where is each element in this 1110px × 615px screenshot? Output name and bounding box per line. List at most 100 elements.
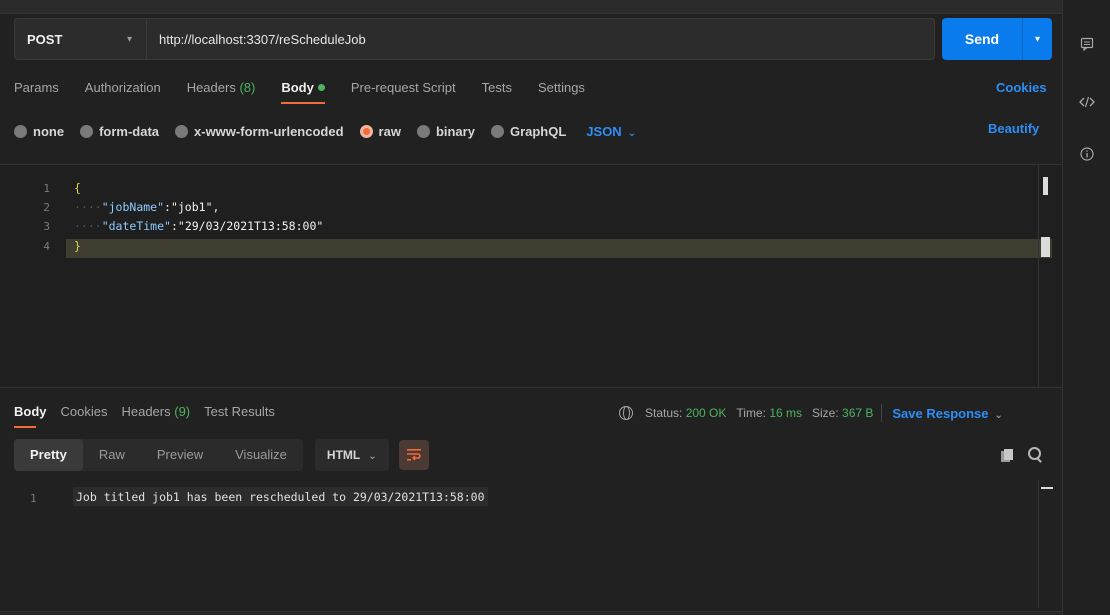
tab-test-results[interactable]: Test Results <box>204 404 275 428</box>
headers-count: (9) <box>174 404 191 419</box>
json-key: "jobName" <box>101 200 165 214</box>
raw-format-label: JSON <box>586 123 622 139</box>
view-preview[interactable]: Preview <box>141 439 219 471</box>
status-label: Status: <box>645 406 683 420</box>
tab-label: Headers <box>186 80 236 95</box>
status-value[interactable]: 200 OK <box>686 406 727 420</box>
method-label: POST <box>27 31 63 47</box>
radio-label: form-data <box>99 123 160 139</box>
radio-circle <box>175 124 189 138</box>
tab-label: Body <box>281 80 314 95</box>
save-response-button[interactable]: Save Response ⌄ <box>892 406 1003 421</box>
cookies-link[interactable]: Cookies <box>996 80 1047 95</box>
body-editor[interactable]: 1 2 3 4 { ····"jobName":"job1", ····"dat… <box>0 164 1062 387</box>
code-line: ····"dateTime":"29/03/2021T13:58:00" <box>74 219 324 233</box>
headers-count: (8) <box>239 80 256 95</box>
tab-label: Cookies <box>60 404 108 419</box>
tab-label: Tests <box>481 80 512 95</box>
send-button[interactable]: Send ▾ <box>942 18 1052 60</box>
wrap-lines-button[interactable] <box>398 440 429 470</box>
view-pretty[interactable]: Pretty <box>14 439 83 471</box>
response-tabs: Body Cookies Headers (9) Test Results <box>14 404 289 428</box>
right-sidebar <box>1062 0 1110 615</box>
radio-label: raw <box>378 123 401 139</box>
tab-headers[interactable]: Headers (8) <box>187 80 256 104</box>
chevron-down-icon: ⌄ <box>627 127 637 139</box>
line-number: 3 <box>43 220 50 233</box>
url-bar: POST ▾ http://localhost:3307/reScheduleJ… <box>14 18 935 60</box>
scrollbar-thumb[interactable] <box>1043 177 1048 195</box>
open-brace: { <box>74 181 81 195</box>
close-brace: } <box>74 239 81 253</box>
divider <box>881 404 883 422</box>
chevron-down-icon: ▾ <box>126 33 132 45</box>
tab-label: Settings <box>537 80 585 95</box>
response-body[interactable]: 1 Job titled job1 has been rescheduled t… <box>0 480 1062 611</box>
editor-gutter: 1 2 3 4 <box>0 165 66 386</box>
tab-body[interactable]: Body <box>281 80 325 104</box>
tab-params[interactable]: Params <box>14 80 59 104</box>
chevron-down-icon: ⌄ <box>368 451 377 462</box>
search-icon[interactable] <box>1028 447 1042 463</box>
json-value: "29/03/2021T13:58:00" <box>177 219 324 233</box>
tab-label: Test Results <box>204 404 275 419</box>
method-select[interactable]: POST ▾ <box>15 19 147 59</box>
indent-dots: ···· <box>74 200 102 214</box>
code-line: } <box>74 239 81 253</box>
view-mode-selector: Pretty Raw Preview Visualize <box>14 439 303 471</box>
radio-binary[interactable]: binary <box>416 124 475 139</box>
editor-scrollbar[interactable] <box>1038 165 1052 387</box>
radio-raw[interactable]: raw <box>359 123 401 139</box>
tab-tests[interactable]: Tests <box>482 80 512 104</box>
tab-response-headers[interactable]: Headers (9) <box>121 404 190 428</box>
tab-response-cookies[interactable]: Cookies <box>61 404 108 428</box>
tab-response-body[interactable]: Body <box>14 404 47 428</box>
raw-format-select[interactable]: JSON ⌄ <box>586 124 636 139</box>
globe-icon[interactable] <box>619 406 633 420</box>
divider <box>0 387 1062 388</box>
line-number: 4 <box>43 240 50 253</box>
chevron-down-icon: ▾ <box>1034 33 1041 45</box>
code-line: ····"jobName":"job1", <box>74 200 220 214</box>
code-icon[interactable] <box>1078 94 1096 112</box>
radio-graphql[interactable]: GraphQL <box>490 124 566 139</box>
view-raw[interactable]: Raw <box>83 439 141 471</box>
cursor-marker <box>1041 237 1050 257</box>
size-value[interactable]: 367 B <box>842 406 873 420</box>
tab-settings[interactable]: Settings <box>538 80 585 104</box>
line-number: 1 <box>43 182 50 195</box>
copy-icon[interactable] <box>1001 449 1014 462</box>
radio-circle <box>416 124 430 138</box>
view-visualize[interactable]: Visualize <box>219 439 303 471</box>
code-line: { <box>74 181 81 195</box>
radio-label: none <box>33 123 65 139</box>
radio-form-data[interactable]: form-data <box>80 124 159 139</box>
tab-pre-request-script[interactable]: Pre-request Script <box>351 80 456 104</box>
radio-circle-selected <box>359 124 373 138</box>
info-icon[interactable] <box>1078 147 1096 165</box>
radio-circle <box>80 124 94 138</box>
comment-icon[interactable] <box>1078 37 1096 55</box>
beautify-button[interactable]: Beautify <box>988 121 1039 136</box>
response-format-select[interactable]: HTML ⌄ <box>314 439 389 471</box>
response-scrollbar[interactable] <box>1038 480 1053 608</box>
request-tabs: Params Authorization Headers (8) Body Pr… <box>14 80 611 104</box>
line-number: 2 <box>43 201 50 214</box>
time-value[interactable]: 16 ms <box>769 406 802 420</box>
indent-dots: ···· <box>74 219 102 233</box>
url-input[interactable]: http://localhost:3307/reScheduleJob <box>147 32 366 47</box>
radio-label: x-www-form-urlencoded <box>194 123 344 139</box>
json-key: "dateTime" <box>101 219 171 233</box>
wrap-lines-icon <box>406 449 421 461</box>
tab-label: Params <box>14 80 59 95</box>
tab-authorization[interactable]: Authorization <box>85 80 161 104</box>
scrollbar-thumb[interactable] <box>1041 487 1053 489</box>
radio-x-www-form-urlencoded[interactable]: x-www-form-urlencoded <box>175 124 344 139</box>
response-format-label: HTML <box>326 448 361 462</box>
response-status: Status: 200 OK Time: 16 ms Size: 367 B S… <box>619 404 1003 422</box>
send-dropdown-button[interactable]: ▾ <box>1022 18 1052 60</box>
response-text: Job titled job1 has been rescheduled to … <box>73 487 488 506</box>
radio-none[interactable]: none <box>14 124 64 139</box>
radio-circle <box>490 124 504 138</box>
save-response-label: Save Response <box>892 405 989 421</box>
